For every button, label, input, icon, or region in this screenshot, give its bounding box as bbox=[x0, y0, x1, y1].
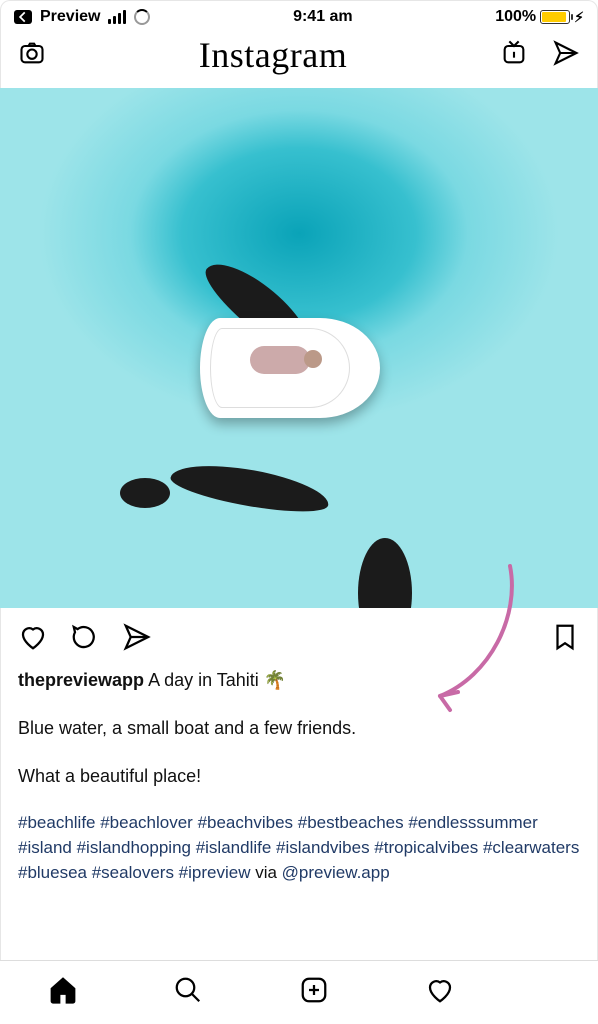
caption-lead: A day in Tahiti bbox=[148, 670, 264, 690]
caption-hashtags[interactable]: #beachlife #beachlover #beachvibes #best… bbox=[18, 811, 580, 885]
instagram-logo[interactable]: Instagram bbox=[199, 34, 347, 76]
like-button[interactable] bbox=[18, 622, 48, 657]
caption-line-1: Blue water, a small boat and a few frien… bbox=[18, 715, 580, 741]
nav-activity-button[interactable] bbox=[425, 975, 455, 1010]
heart-icon bbox=[425, 975, 455, 1005]
igtv-button[interactable] bbox=[500, 39, 528, 72]
via-text: via bbox=[250, 863, 281, 882]
search-icon bbox=[173, 975, 203, 1005]
bookmark-button[interactable] bbox=[550, 622, 580, 657]
igtv-icon bbox=[500, 39, 528, 67]
loading-spinner-icon bbox=[134, 9, 150, 25]
send-icon bbox=[122, 622, 152, 652]
cell-signal-icon bbox=[108, 10, 126, 24]
caption-line-2: What a beautiful place! bbox=[18, 763, 580, 789]
camera-icon bbox=[18, 39, 46, 67]
share-button[interactable] bbox=[122, 622, 152, 657]
instagram-header: Instagram bbox=[0, 30, 598, 88]
post-actions bbox=[0, 608, 598, 667]
post-image[interactable] bbox=[0, 88, 598, 608]
person-shape bbox=[250, 346, 310, 374]
camera-button[interactable] bbox=[18, 39, 46, 72]
charging-bolt-icon: ⚡︎ bbox=[574, 9, 584, 26]
post-caption[interactable]: thepreviewapp A day in Tahiti 🌴 Blue wat… bbox=[0, 667, 598, 885]
direct-messages-button[interactable] bbox=[552, 39, 580, 72]
palm-tree-emoji: 🌴 bbox=[264, 670, 286, 690]
post-username[interactable]: thepreviewapp bbox=[18, 670, 144, 690]
shark-shape bbox=[168, 456, 332, 519]
mention[interactable]: @preview.app bbox=[282, 863, 390, 882]
nav-home-button[interactable] bbox=[48, 975, 78, 1010]
status-right: 100% ⚡︎ bbox=[495, 8, 584, 26]
status-left: Preview bbox=[14, 8, 150, 26]
battery-percent: 100% bbox=[495, 8, 536, 26]
comment-icon bbox=[70, 622, 100, 652]
comment-button[interactable] bbox=[70, 622, 100, 657]
bottom-nav bbox=[0, 960, 598, 1024]
back-to-app-button[interactable] bbox=[14, 10, 32, 24]
send-icon bbox=[552, 39, 580, 67]
battery-icon bbox=[540, 10, 570, 24]
add-post-icon bbox=[299, 975, 329, 1005]
bookmark-icon bbox=[550, 622, 580, 652]
nav-add-post-button[interactable] bbox=[299, 975, 329, 1010]
shark-shape bbox=[358, 538, 412, 608]
heart-icon bbox=[18, 622, 48, 652]
nav-search-button[interactable] bbox=[173, 975, 203, 1010]
clock: 9:41 am bbox=[293, 8, 353, 26]
status-bar: Preview 9:41 am 100% ⚡︎ bbox=[0, 0, 598, 30]
home-icon bbox=[48, 975, 78, 1005]
shark-shape bbox=[120, 478, 170, 508]
back-app-label[interactable]: Preview bbox=[40, 8, 100, 26]
